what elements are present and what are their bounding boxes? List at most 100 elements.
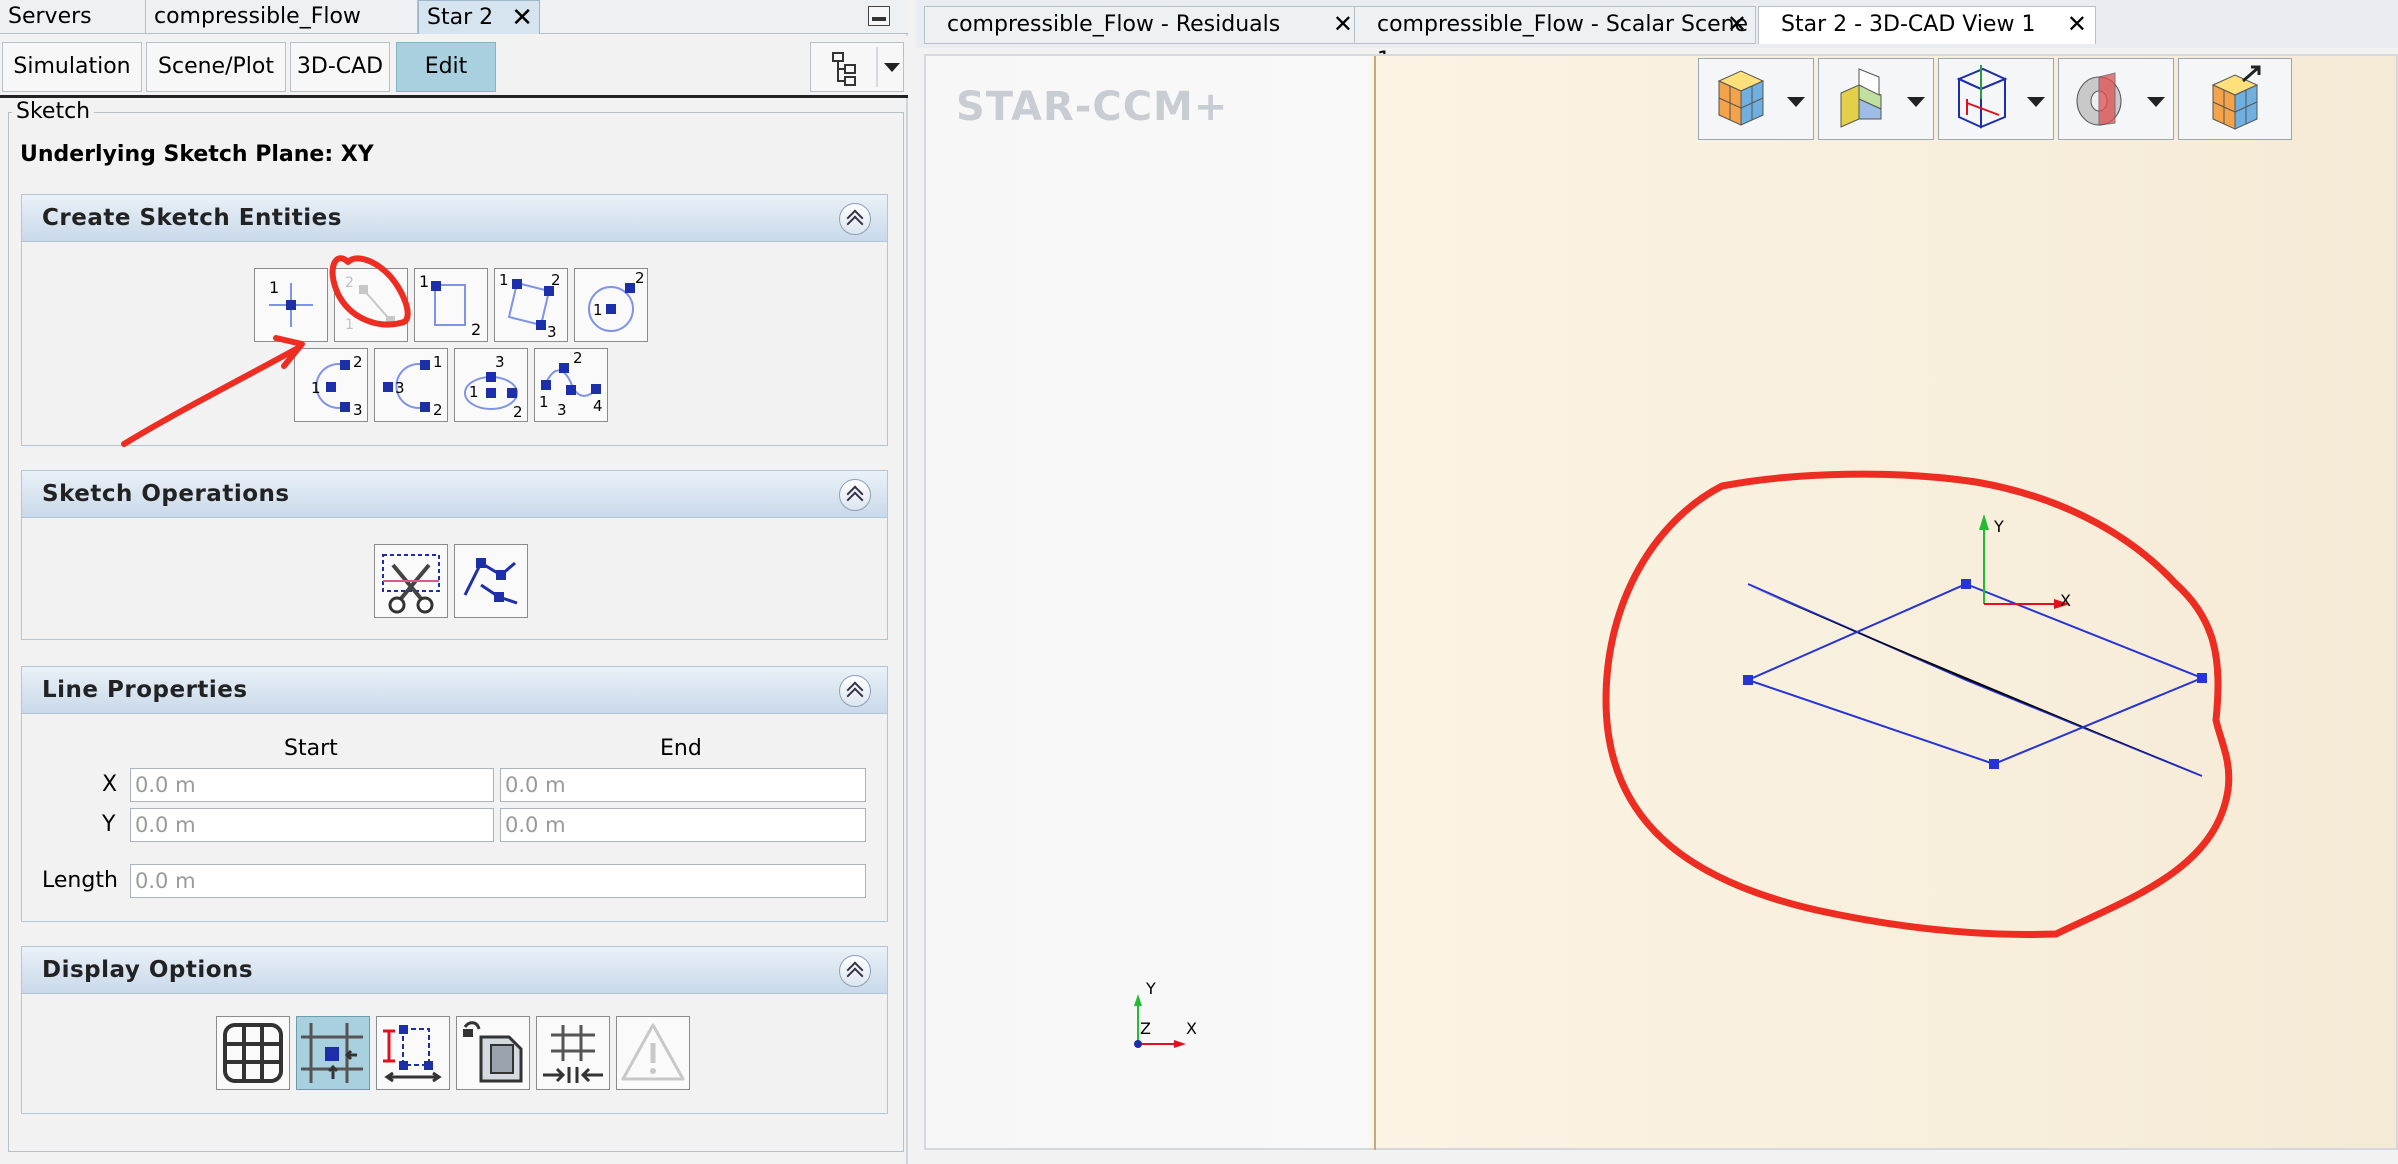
svg-text:1: 1 xyxy=(269,278,279,297)
annotation-circle xyxy=(1602,470,2233,938)
section-header[interactable]: Sketch Operations xyxy=(22,471,887,518)
section-header[interactable]: Create Sketch Entities xyxy=(22,195,887,242)
warnings-button[interactable] xyxy=(616,1016,690,1090)
top-tab-bar: Servers compressible_Flow Star 2 ✕ xyxy=(0,0,908,34)
y-start-field[interactable] xyxy=(130,808,494,842)
tab-star-2[interactable]: Star 2 ✕ xyxy=(418,0,540,34)
svg-text:3: 3 xyxy=(557,401,567,419)
right-panel: compressible_Flow - Residuals ✕ compressi… xyxy=(916,0,2398,1164)
rectangle-corner-icon: 1 2 xyxy=(419,272,481,339)
create-arc-3pt-button[interactable]: 2 1 3 xyxy=(294,348,368,422)
y-end-field[interactable] xyxy=(500,808,866,842)
svg-text:1: 1 xyxy=(433,353,443,371)
collapse-icon[interactable] xyxy=(839,203,871,235)
svg-text:2: 2 xyxy=(471,320,481,339)
x-label: X xyxy=(102,772,118,797)
x-end-field[interactable] xyxy=(500,768,866,802)
grid-icon xyxy=(223,1023,283,1083)
show-dimensions-toggle[interactable] xyxy=(376,1016,450,1090)
rectangle-center-icon: 1 2 3 xyxy=(499,271,561,341)
triad-z-label: Z xyxy=(1140,1019,1151,1038)
create-point-button[interactable]: 1 xyxy=(254,268,328,342)
create-line-button[interactable]: 2 1 xyxy=(334,268,408,342)
svg-text:1: 1 xyxy=(419,272,429,291)
svg-text:2: 2 xyxy=(635,269,645,287)
snap-grid-icon xyxy=(301,1023,363,1083)
sketch-vertex-top[interactable] xyxy=(1961,579,1971,589)
polyline-icon xyxy=(463,558,518,605)
svg-text:1: 1 xyxy=(593,301,603,319)
svg-text:3: 3 xyxy=(353,401,363,419)
length-label: Length xyxy=(42,868,118,893)
display-options-section: Display Options xyxy=(21,946,888,1114)
tab-3d-cad[interactable]: 3D-CAD xyxy=(290,42,390,92)
end-column-label: End xyxy=(660,736,702,761)
triad-x-label: X xyxy=(1186,1019,1197,1038)
create-ellipse-button[interactable]: 3 1 2 xyxy=(454,348,528,422)
tab-scene-plot[interactable]: Scene/Plot xyxy=(146,42,286,92)
sketch-rhombus-drawn-visible[interactable] xyxy=(992,584,1966,684)
svg-text:3: 3 xyxy=(495,353,505,371)
sketch-canvas[interactable]: Y X Y X Z xyxy=(916,0,2398,1164)
polyline-operation-button[interactable] xyxy=(454,544,528,618)
section-header[interactable]: Display Options xyxy=(22,947,887,994)
arc-center-icon: 1 3 2 xyxy=(383,353,443,419)
tab-label: Star 2 xyxy=(427,5,494,30)
collapse-icon[interactable] xyxy=(839,675,871,707)
collapse-icon[interactable] xyxy=(839,479,871,511)
svg-text:1: 1 xyxy=(539,393,549,411)
sub-tab-bar: Simulation Scene/Plot 3D-CAD Edit xyxy=(0,36,908,98)
create-rectangle-corner-button[interactable]: 1 2 xyxy=(414,268,488,342)
close-icon[interactable]: ✕ xyxy=(511,1,533,35)
svg-text:2: 2 xyxy=(433,401,443,419)
tab-servers[interactable]: Servers xyxy=(0,0,146,34)
section-header[interactable]: Line Properties xyxy=(22,667,887,714)
auto-constraint-toggle[interactable] xyxy=(536,1016,610,1090)
create-rectangle-center-button[interactable]: 1 2 3 xyxy=(494,268,568,342)
tab-edit[interactable]: Edit xyxy=(396,42,496,92)
axis-triad: Y X Z xyxy=(1134,979,1197,1048)
create-spline-button[interactable]: 2 1 3 4 xyxy=(534,348,608,422)
tree-hierarchy-icon xyxy=(832,47,900,87)
ellipse-icon: 3 1 2 xyxy=(464,353,523,421)
sketch-vertex-bottom[interactable] xyxy=(1989,759,1999,769)
trim-button[interactable] xyxy=(374,544,448,618)
snap-to-grid-toggle[interactable] xyxy=(296,1016,370,1090)
sketch-rhombus-lines-display[interactable] xyxy=(1745,582,2205,766)
svg-text:3: 3 xyxy=(395,379,405,397)
svg-text:1: 1 xyxy=(499,271,509,289)
left-panel: Servers compressible_Flow Star 2 ✕ Simula… xyxy=(0,0,908,1164)
svg-text:2: 2 xyxy=(551,271,561,289)
sketch-group-label: Sketch xyxy=(12,99,95,124)
create-arc-center-button[interactable]: 1 3 2 xyxy=(374,348,448,422)
show-constraints-toggle[interactable] xyxy=(456,1016,530,1090)
axis-x-label: X xyxy=(2060,591,2071,610)
svg-text:3: 3 xyxy=(547,323,557,341)
line-icon: 2 1 xyxy=(345,275,395,333)
sketch-rhombus-visible-final[interactable] xyxy=(992,584,1966,684)
triad-y-label: Y xyxy=(1145,979,1156,998)
tab-label: compressible_Flow xyxy=(154,4,361,29)
y-label: Y xyxy=(102,812,116,837)
tab-compressible-flow[interactable]: compressible_Flow xyxy=(146,0,418,34)
sketch-vertex-right[interactable] xyxy=(2197,673,2207,683)
svg-text:2: 2 xyxy=(353,353,363,371)
tab-simulation[interactable]: Simulation xyxy=(2,42,142,92)
svg-text:4: 4 xyxy=(593,397,603,415)
tab-label: Servers xyxy=(8,4,92,29)
x-start-field[interactable] xyxy=(130,768,494,802)
constraints-icon xyxy=(463,1021,523,1083)
warning-icon xyxy=(621,1023,685,1081)
length-field[interactable] xyxy=(130,864,866,898)
section-title: Display Options xyxy=(42,957,254,983)
show-grid-toggle[interactable] xyxy=(216,1016,290,1090)
hash-constraint-icon xyxy=(543,1025,603,1083)
minimize-button[interactable] xyxy=(868,6,890,26)
scissors-icon xyxy=(382,554,440,614)
spline-icon: 2 1 3 4 xyxy=(539,349,603,419)
sketch-vertex-left[interactable] xyxy=(1743,675,1753,685)
tree-view-button[interactable] xyxy=(810,42,904,92)
axis-y-label: Y xyxy=(1993,517,2004,536)
collapse-icon[interactable] xyxy=(839,955,871,987)
create-circle-button[interactable]: 1 2 xyxy=(574,268,648,342)
